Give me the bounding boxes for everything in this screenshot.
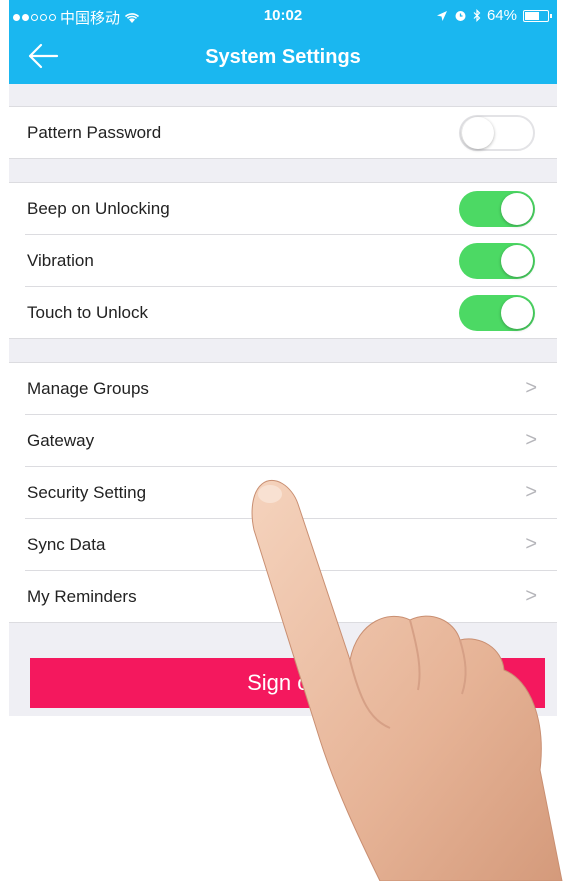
toggle-knob — [501, 297, 533, 329]
menu-item-label: Gateway — [27, 431, 95, 450]
chevron-right-icon: > — [525, 377, 537, 399]
toggle-group: Beep on Unlocking Vibration Touch to Unl… — [9, 182, 557, 339]
location-icon — [436, 10, 447, 21]
bluetooth-icon — [473, 9, 481, 22]
pointing-hand-illustration — [251, 479, 563, 881]
setting-row-vibration: Vibration — [25, 235, 557, 287]
menu-item-gateway[interactable]: Gateway > — [25, 415, 557, 467]
setting-label: Beep on Unlocking — [27, 199, 170, 218]
setting-row-pattern-password: Pattern Password — [25, 107, 557, 158]
setting-label: Touch to Unlock — [27, 303, 148, 322]
nav-bar: System Settings — [9, 32, 557, 84]
battery-icon — [523, 9, 552, 22]
beep-on-unlocking-toggle[interactable] — [459, 191, 535, 227]
menu-item-manage-groups[interactable]: Manage Groups > — [25, 363, 557, 415]
status-right: 64% — [436, 7, 552, 24]
status-bar: 中国移动 10:02 64% — [9, 0, 557, 32]
battery-fill — [525, 11, 540, 20]
menu-item-label: Manage Groups — [27, 379, 149, 398]
toggle-knob — [462, 117, 494, 149]
touch-to-unlock-toggle[interactable] — [459, 295, 535, 331]
vibration-toggle[interactable] — [459, 243, 535, 279]
battery-percent: 64% — [486, 7, 517, 24]
page-title: System Settings — [205, 46, 361, 68]
setting-row-touch-to-unlock: Touch to Unlock — [25, 287, 557, 338]
pattern-password-toggle[interactable] — [459, 115, 535, 151]
top-bar: 中国移动 10:02 64% System Settings — [9, 0, 557, 84]
security-group: Pattern Password — [9, 106, 557, 159]
setting-row-beep-on-unlocking: Beep on Unlocking — [25, 183, 557, 235]
chevron-right-icon: > — [525, 429, 537, 451]
alarm-icon — [455, 11, 466, 21]
menu-item-label: My Reminders — [27, 587, 137, 606]
toggle-knob — [501, 193, 533, 225]
setting-label: Pattern Password — [27, 123, 162, 142]
menu-item-label: Security Setting — [27, 483, 147, 502]
toggle-knob — [501, 245, 533, 277]
menu-item-label: Sync Data — [27, 535, 106, 554]
setting-label: Vibration — [27, 251, 94, 270]
